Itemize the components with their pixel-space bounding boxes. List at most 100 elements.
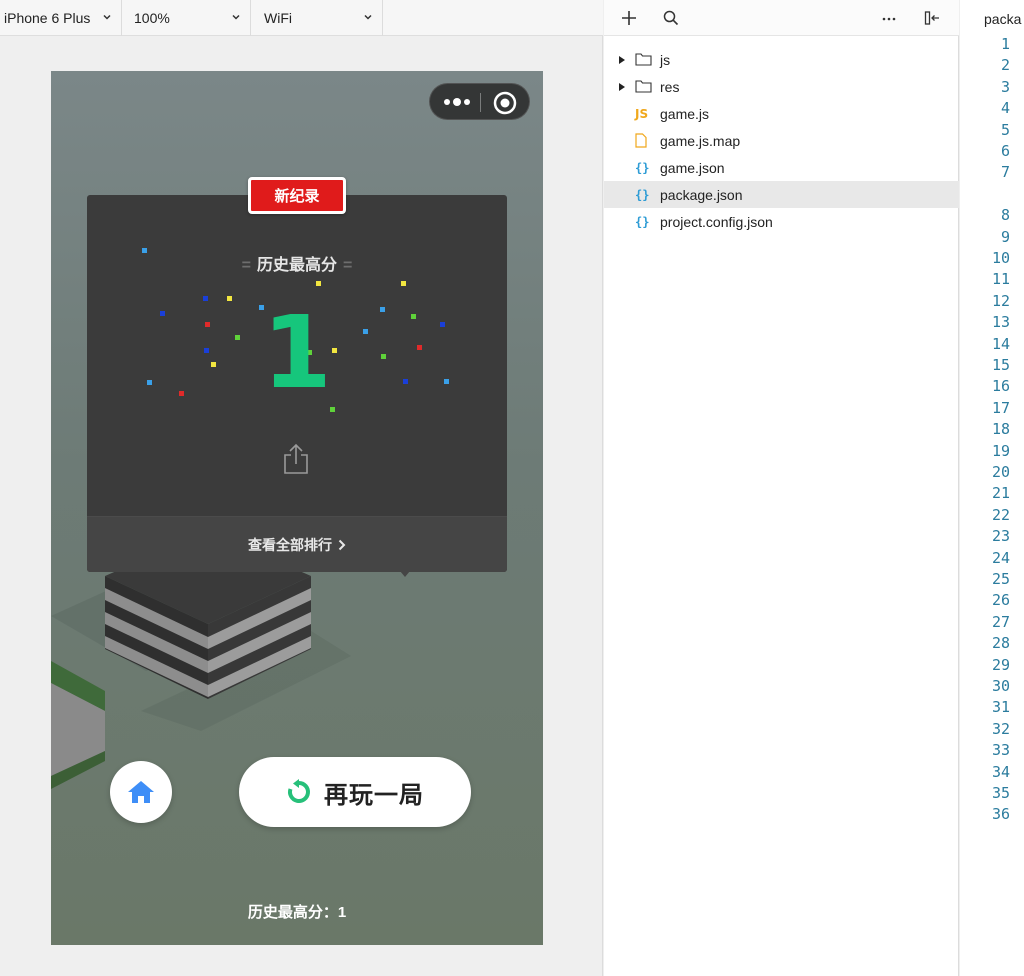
line-number: 24: [991, 548, 1010, 567]
tree-folder-res[interactable]: res: [604, 73, 959, 100]
line-number: 36: [991, 805, 1010, 824]
high-score-title: = 历史最高分 =: [87, 251, 507, 275]
line-number: 22: [991, 505, 1010, 524]
tree-file-package-json[interactable]: {} package.json: [604, 181, 959, 208]
tree-folder-js[interactable]: js: [604, 46, 959, 73]
rank-link-label: 查看全部排行: [248, 536, 332, 553]
search-icon[interactable]: [662, 9, 680, 27]
line-number: 14: [991, 334, 1010, 353]
more-icon[interactable]: [880, 9, 898, 27]
chevron-down-icon: [232, 14, 240, 20]
zoom-select[interactable]: 100%: [122, 0, 251, 36]
line-number: 35: [991, 784, 1010, 802]
more-icon[interactable]: [442, 92, 472, 112]
line-number: 21: [991, 484, 1010, 503]
phone-screen[interactable]: = 历史最高分 = 1 查看全部排行 新纪录 再玩一局 历史最高分：1: [51, 71, 543, 945]
card-footer: 查看全部排行: [87, 516, 507, 572]
file-tree: js res JS game.js game.js.map {} game.js…: [604, 46, 959, 235]
line-number: 29: [991, 655, 1010, 674]
tree-item-label: package.json: [660, 186, 743, 203]
line-number: 19: [991, 441, 1010, 460]
share-icon[interactable]: [283, 443, 309, 475]
line-number: 30: [991, 677, 1010, 695]
line-number: 15: [991, 356, 1010, 374]
high-score-title-text: 历史最高分: [256, 257, 337, 274]
device-select[interactable]: iPhone 6 Plus: [0, 0, 122, 36]
line-number: 4: [1000, 99, 1010, 118]
view-all-ranking-link[interactable]: 查看全部排行: [248, 535, 346, 555]
tree-item-label: res: [660, 78, 680, 95]
tree-item-label: game.js.map: [660, 132, 741, 149]
tree-file-game-json[interactable]: {} game.json: [604, 154, 959, 181]
line-number: 16: [991, 377, 1010, 396]
home-button[interactable]: [110, 761, 172, 823]
line-number: 17: [991, 398, 1010, 417]
editor-tab-title[interactable]: packa: [984, 11, 1021, 27]
tree-item-label: game.js: [660, 105, 710, 122]
zoom-select-value: 100%: [134, 10, 170, 26]
line-number: 28: [991, 634, 1010, 653]
chevron-down-icon: [103, 14, 111, 20]
tree-file-game-js-map[interactable]: game.js.map: [604, 127, 959, 154]
json-file-icon: {}: [635, 187, 650, 202]
line-number: 11: [991, 270, 1010, 289]
high-score-value: 1: [262, 294, 332, 411]
mini-program-capsule: [429, 83, 530, 120]
line-number: 20: [991, 463, 1010, 481]
tree-item-label: js: [660, 51, 671, 68]
line-number: 3: [1000, 77, 1010, 96]
line-number: 32: [991, 719, 1010, 738]
caret-right-icon[interactable]: [619, 56, 625, 64]
line-number: 33: [991, 741, 1010, 760]
line-number: 8: [1000, 206, 1010, 225]
file-icon: [635, 133, 655, 149]
line-number: 2: [1000, 56, 1010, 75]
capsule-divider: [480, 93, 481, 112]
tree-file-project-config-json[interactable]: {} project.config.json: [604, 208, 959, 235]
explorer-toolbar: [604, 0, 959, 36]
play-again-label: 再玩一局: [324, 781, 424, 809]
add-icon[interactable]: [620, 9, 638, 27]
collapse-panel-icon[interactable]: [923, 9, 941, 27]
line-number: 18: [991, 420, 1010, 439]
line-number: 26: [991, 591, 1010, 610]
tree-file-game-js[interactable]: JS game.js: [604, 100, 959, 127]
json-file-icon: {}: [635, 160, 650, 175]
title-decor-left: =: [241, 257, 251, 274]
folder-icon: [635, 52, 655, 68]
chevron-right-icon: [338, 539, 346, 550]
card-pointer: [400, 571, 410, 577]
close-circle-icon[interactable]: [493, 91, 517, 115]
line-number: 27: [991, 612, 1010, 631]
folder-icon: [635, 79, 655, 95]
line-number: 5: [1000, 120, 1010, 139]
line-number: 10: [991, 249, 1010, 267]
network-select-value: WiFi: [264, 10, 292, 26]
line-number: 25: [991, 570, 1010, 588]
line-number: 9: [1000, 227, 1010, 246]
line-number: 23: [991, 527, 1010, 546]
json-file-icon: {}: [635, 214, 650, 229]
network-select[interactable]: WiFi: [251, 0, 383, 36]
title-decor-right: =: [343, 257, 353, 274]
simulator-panel: iPhone 6 Plus 100% WiFi = 历史最高分 = 1 查看全部…: [0, 0, 603, 976]
line-number: 31: [991, 698, 1010, 717]
home-icon: [128, 781, 154, 803]
tree-item-label: game.json: [660, 159, 725, 176]
play-again-button[interactable]: 再玩一局: [239, 757, 471, 827]
js-file-icon: JS: [635, 106, 649, 121]
chevron-down-icon: [364, 14, 372, 20]
result-card: = 历史最高分 = 1 查看全部排行: [87, 195, 507, 572]
caret-right-icon[interactable]: [619, 83, 625, 91]
line-number: 7: [1000, 163, 1010, 182]
line-number: 13: [991, 313, 1010, 332]
tree-item-label: project.config.json: [660, 213, 773, 230]
replay-icon: [288, 779, 310, 803]
code-editor-panel[interactable]: packa 1 2 3 4 5 6 7 8 9 10 11 12 13 14 15 16 17 18 19 20 21 2…: [960, 0, 1024, 976]
line-number: 1: [1000, 35, 1010, 53]
device-select-value: iPhone 6 Plus: [4, 10, 91, 26]
new-record-badge: 新纪录: [248, 177, 346, 214]
file-explorer-panel: js res JS game.js game.js.map {} game.js…: [604, 0, 959, 976]
line-number: 12: [991, 291, 1010, 310]
bottom-high-score: 历史最高分：1: [247, 904, 347, 921]
